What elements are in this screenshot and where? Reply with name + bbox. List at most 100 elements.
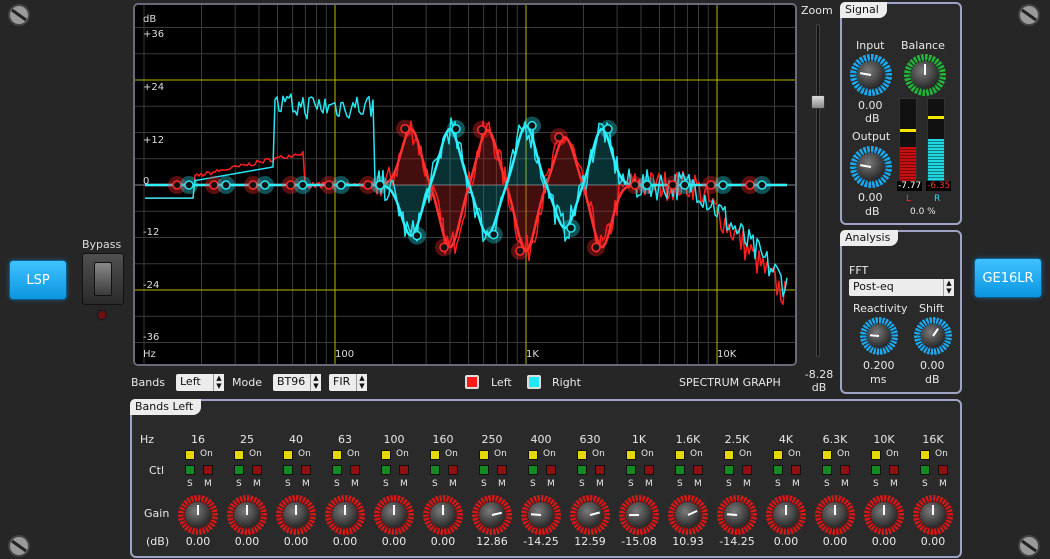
band-solo-toggle[interactable]: [381, 465, 391, 475]
band-handle-left[interactable]: [554, 132, 564, 142]
band-on-toggle[interactable]: [381, 450, 391, 460]
band-handle-right[interactable]: [336, 180, 346, 190]
plugin-name-button[interactable]: GE16LR: [975, 259, 1041, 297]
band-on-toggle[interactable]: [871, 450, 881, 460]
band-handle-left[interactable]: [248, 180, 258, 190]
band-gain-knob[interactable]: [815, 495, 855, 535]
band-mute-toggle[interactable]: [399, 465, 409, 475]
zoom-slider[interactable]: [816, 24, 820, 357]
band-on-toggle[interactable]: [479, 450, 489, 460]
band-handle-right[interactable]: [488, 229, 499, 240]
left-channel-toggle[interactable]: [465, 375, 479, 389]
band-on-toggle[interactable]: [332, 450, 342, 460]
band-handle-right[interactable]: [603, 124, 613, 134]
band-gain-knob[interactable]: [276, 495, 316, 535]
band-solo-toggle[interactable]: [283, 465, 293, 475]
band-handle-right[interactable]: [718, 180, 728, 190]
band-solo-toggle[interactable]: [234, 465, 244, 475]
band-mute-toggle[interactable]: [203, 465, 213, 475]
band-mute-toggle[interactable]: [889, 465, 899, 475]
band-handle-right[interactable]: [451, 124, 461, 134]
fft-select[interactable]: Post-eq ▲ ▼: [849, 279, 954, 296]
band-gain-knob[interactable]: [913, 495, 953, 535]
band-solo-toggle[interactable]: [332, 465, 342, 475]
band-handle-left[interactable]: [363, 180, 373, 190]
zoom-slider-handle[interactable]: [811, 95, 825, 109]
band-gain-knob[interactable]: [423, 495, 463, 535]
band-mute-toggle[interactable]: [448, 465, 458, 475]
band-on-toggle[interactable]: [626, 450, 636, 460]
band-gain-knob[interactable]: [766, 495, 806, 535]
band-on-toggle[interactable]: [920, 450, 930, 460]
band-handle-left[interactable]: [172, 180, 182, 190]
band-gain-knob[interactable]: [325, 495, 365, 535]
band-mute-toggle[interactable]: [546, 465, 556, 475]
band-solo-toggle[interactable]: [430, 465, 440, 475]
band-solo-toggle[interactable]: [479, 465, 489, 475]
band-on-toggle[interactable]: [185, 450, 195, 460]
bands-select[interactable]: Left ▲ ▼: [176, 374, 224, 391]
band-handle-right[interactable]: [757, 180, 767, 190]
band-solo-toggle[interactable]: [675, 465, 685, 475]
band-solo-toggle[interactable]: [577, 465, 587, 475]
band-solo-toggle[interactable]: [920, 465, 930, 475]
band-gain-knob[interactable]: [178, 495, 218, 535]
band-mute-toggle[interactable]: [595, 465, 605, 475]
band-handle-left[interactable]: [324, 180, 334, 190]
band-gain-knob[interactable]: [374, 495, 414, 535]
band-gain-knob[interactable]: [472, 495, 512, 535]
band-on-toggle[interactable]: [430, 450, 440, 460]
band-handle-left[interactable]: [209, 180, 219, 190]
band-gain-knob[interactable]: [619, 495, 659, 535]
band-solo-toggle[interactable]: [724, 465, 734, 475]
band-handle-right[interactable]: [566, 223, 576, 233]
band-on-toggle[interactable]: [577, 450, 587, 460]
spectrum-graph[interactable]: dB Hz +36 +24 +12 0 -12 -24 -36 100 1K 1…: [133, 3, 797, 366]
bypass-switch[interactable]: [82, 253, 124, 305]
band-handle-left[interactable]: [630, 180, 640, 190]
band-handle-left[interactable]: [400, 123, 410, 134]
band-gain-knob[interactable]: [864, 495, 904, 535]
band-handle-left[interactable]: [745, 180, 755, 190]
band-gain-knob[interactable]: [570, 495, 610, 535]
shift-knob[interactable]: [914, 317, 952, 355]
band-handle-right[interactable]: [375, 180, 385, 190]
band-mute-toggle[interactable]: [497, 465, 507, 475]
band-handle-right[interactable]: [184, 180, 194, 190]
band-on-toggle[interactable]: [773, 450, 783, 460]
band-on-toggle[interactable]: [822, 450, 832, 460]
band-handle-left[interactable]: [706, 180, 716, 190]
band-on-toggle[interactable]: [283, 450, 293, 460]
band-solo-toggle[interactable]: [185, 465, 195, 475]
band-solo-toggle[interactable]: [871, 465, 881, 475]
band-gain-knob[interactable]: [668, 495, 708, 535]
band-mute-toggle[interactable]: [693, 465, 703, 475]
band-mute-toggle[interactable]: [840, 465, 850, 475]
band-gain-knob[interactable]: [521, 495, 561, 535]
band-mute-toggle[interactable]: [742, 465, 752, 475]
right-channel-toggle[interactable]: [527, 375, 541, 389]
lsp-button[interactable]: LSP: [10, 261, 66, 299]
band-mute-toggle[interactable]: [350, 465, 360, 475]
balance-knob[interactable]: [904, 54, 946, 96]
filter-select[interactable]: FIR ▲ ▼: [329, 374, 367, 391]
band-mute-toggle[interactable]: [791, 465, 801, 475]
band-mute-toggle[interactable]: [252, 465, 262, 475]
band-solo-toggle[interactable]: [626, 465, 636, 475]
band-solo-toggle[interactable]: [822, 465, 832, 475]
input-knob[interactable]: [850, 54, 892, 96]
band-on-toggle[interactable]: [724, 450, 734, 460]
reactivity-knob[interactable]: [860, 317, 898, 355]
band-on-toggle[interactable]: [528, 450, 538, 460]
band-handle-right[interactable]: [527, 120, 537, 131]
mode-select[interactable]: BT96 ▲ ▼: [273, 374, 321, 391]
band-handle-left[interactable]: [667, 180, 678, 190]
band-handle-left[interactable]: [285, 180, 296, 190]
band-on-toggle[interactable]: [675, 450, 685, 460]
band-gain-knob[interactable]: [227, 495, 267, 535]
band-handle-right[interactable]: [221, 180, 231, 190]
band-handle-right[interactable]: [679, 180, 690, 190]
band-handle-right[interactable]: [642, 180, 652, 190]
band-gain-knob[interactable]: [717, 495, 757, 535]
band-solo-toggle[interactable]: [773, 465, 783, 475]
